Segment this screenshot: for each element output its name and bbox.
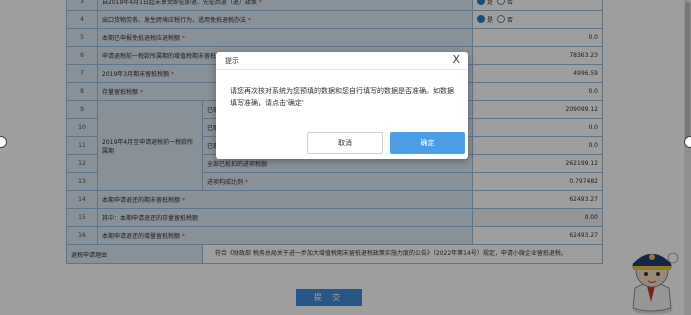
dialog-title: 提示 [225, 57, 239, 65]
dialog-header: 提示 X [216, 52, 468, 70]
confirm-button[interactable]: 确定 [390, 132, 465, 154]
cancel-button[interactable]: 取消 [307, 132, 383, 154]
right-handle-icon[interactable] [684, 136, 691, 148]
dialog-message: 请您再次核对系统为您预填的数据和您自行填写的数据是否准确。如数据填写准确，请点击… [230, 87, 454, 107]
close-icon[interactable]: X [452, 53, 460, 66]
confirm-dialog: 提示 X 请您再次核对系统为您预填的数据和您自行填写的数据是否准确。如数据填写准… [216, 52, 468, 159]
